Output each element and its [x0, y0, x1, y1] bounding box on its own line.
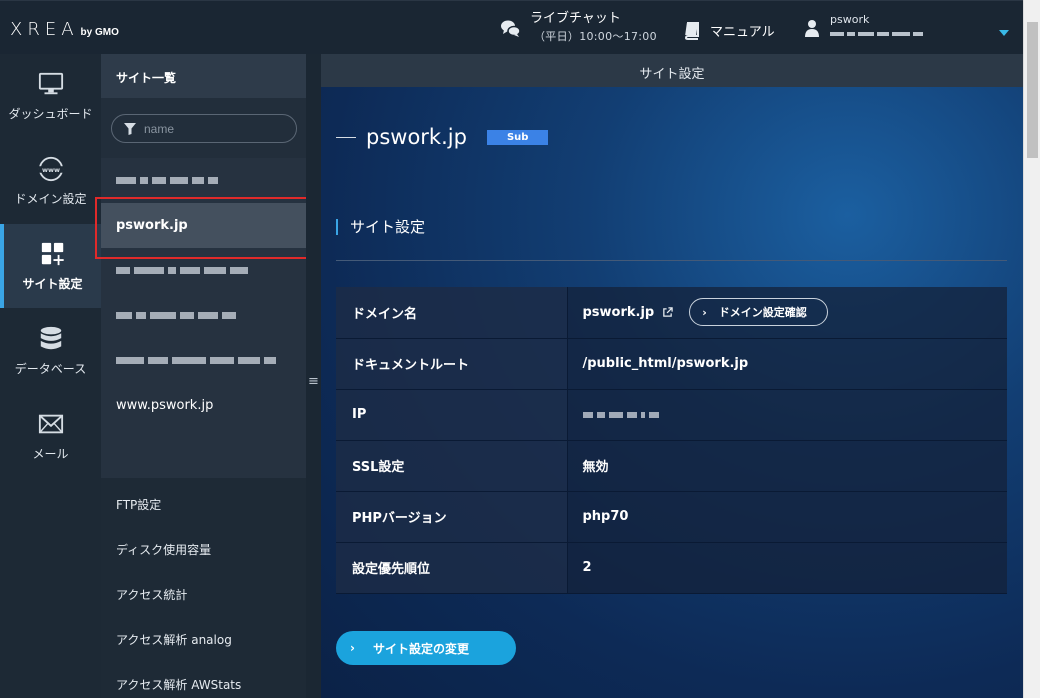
site-menu: FTP設定 ディスク使用容量 アクセス統計 アクセス解析 analog アクセス…: [101, 478, 306, 698]
nav-item-mail[interactable]: メール: [0, 394, 101, 478]
menu-item-disk-usage[interactable]: ディスク使用容量: [116, 541, 211, 558]
scrollbar-thumb[interactable]: [1027, 22, 1038, 158]
ssl-value: 無効: [567, 440, 1007, 492]
sub-badge: Sub: [486, 129, 549, 145]
change-button-label: サイト設定の変更: [372, 641, 469, 656]
domain-confirm-label: ドメイン設定確認: [718, 306, 807, 320]
table-row: SSL設定 無効: [336, 440, 1007, 492]
menu-item-awstats[interactable]: アクセス解析 AWStats: [116, 676, 241, 693]
chat-hours: （平日）10:00〜17:00: [534, 30, 657, 43]
change-site-settings-button[interactable]: › サイト設定の変更: [336, 631, 516, 665]
nav-item-dashboard[interactable]: ダッシュボード: [0, 54, 101, 138]
row-label: SSL設定: [336, 440, 568, 492]
page-scrollbar[interactable]: [1023, 0, 1040, 698]
site-item[interactable]: www.pswork.jp: [101, 383, 306, 428]
menu-item-analog[interactable]: アクセス解析 analog: [116, 631, 232, 648]
nav-item-site-settings[interactable]: サイト設定: [0, 224, 101, 308]
svg-text:www: www: [41, 165, 59, 173]
table-row: PHPバージョン php70: [336, 491, 1007, 543]
logo-sub-text: by GMO: [80, 27, 119, 38]
user-id-redacted: [830, 32, 923, 36]
chevron-right-icon: ›: [702, 305, 707, 319]
site-name-heading: pswork.jp: [366, 125, 467, 149]
panel-collapse-handle[interactable]: ≡: [306, 54, 321, 698]
row-label: ドキュメントルート: [336, 338, 568, 390]
row-label: ドメイン名: [336, 287, 568, 339]
site-filter[interactable]: [111, 114, 297, 143]
site-filter-input[interactable]: [144, 121, 284, 136]
nav-label-site-settings: サイト設定: [22, 276, 83, 291]
site-item[interactable]: [101, 338, 306, 383]
live-chat-link[interactable]: ライブチャット （平日）10:00〜17:00: [500, 10, 657, 46]
user-dropdown-caret-icon[interactable]: [999, 30, 1009, 36]
nav-item-domain[interactable]: www ドメイン設定: [0, 139, 101, 223]
php-version-value: php70: [567, 491, 1007, 543]
xrea-logo[interactable]: XREA by GMO: [10, 19, 119, 40]
nav-label-domain: ドメイン設定: [14, 191, 87, 206]
site-settings-table: ドメイン名 pswork.jp › ドメイン設定確認 ドキュメントルート /pu…: [336, 287, 1007, 594]
monitor-icon: [38, 72, 63, 94]
main-sidebar: ダッシュボード www ドメイン設定 サイト設定 データベース メール: [0, 54, 101, 698]
www-globe-icon: www: [38, 156, 63, 181]
section-divider: [336, 260, 1007, 261]
table-row: ドキュメントルート /public_html/pswork.jp: [336, 338, 1007, 390]
user-menu[interactable]: pswork: [804, 13, 923, 37]
chevron-right-icon: ›: [350, 641, 355, 655]
nav-label-dashboard: ダッシュボード: [8, 106, 93, 121]
row-label: IP: [336, 389, 568, 441]
site-list-title: サイト一覧: [101, 54, 306, 98]
filter-funnel-icon: [124, 122, 136, 135]
title-dash: [336, 136, 356, 138]
hamburger-icon: ≡: [308, 374, 319, 389]
site-item[interactable]: [101, 293, 306, 338]
site-title: pswork.jp Sub: [336, 125, 549, 149]
nav-label-database: データベース: [14, 361, 87, 376]
main-content: サイト設定 pswork.jp Sub サイト設定 ドメイン名 pswork.j…: [321, 54, 1023, 698]
redacted-site-name: [116, 267, 248, 274]
site-item-name: www.pswork.jp: [116, 398, 214, 413]
envelope-icon: [38, 414, 63, 433]
grid-plus-icon: [41, 242, 64, 265]
site-list-panel: サイト一覧 pswork.jp: [101, 54, 306, 698]
manual-label: マニュアル: [710, 25, 775, 40]
redacted-site-name: [116, 357, 276, 364]
nav-item-database[interactable]: データベース: [0, 309, 101, 393]
external-link-icon[interactable]: [662, 307, 673, 318]
table-row: ドメイン名 pswork.jp › ドメイン設定確認: [336, 287, 1007, 339]
logo-text: XREA: [10, 19, 79, 40]
chat-bubbles-icon: [501, 20, 521, 37]
table-row: IP: [336, 389, 1008, 441]
domain-name-value: pswork.jp: [582, 304, 655, 320]
priority-value: 2: [567, 542, 1007, 594]
row-label: PHPバージョン: [336, 491, 568, 543]
user-name: pswork: [830, 13, 870, 26]
redacted-site-name: [116, 312, 236, 319]
redacted-ip-value: [582, 411, 1008, 418]
domain-confirm-button[interactable]: › ドメイン設定確認: [689, 298, 828, 327]
table-row: 設定優先順位 2: [336, 542, 1007, 594]
main-header: サイト設定: [321, 54, 1023, 87]
menu-item-ftp[interactable]: FTP設定: [116, 496, 161, 513]
top-bar: XREA by GMO ライブチャット （平日）10:00〜17:00 マニュア…: [0, 0, 1023, 54]
book-icon: [684, 21, 699, 40]
manual-link[interactable]: マニュアル: [684, 21, 775, 40]
nav-label-mail: メール: [32, 446, 69, 461]
section-title: サイト設定: [336, 219, 425, 235]
row-label: 設定優先順位: [336, 542, 568, 594]
redacted-site-name: [116, 177, 218, 184]
chat-label: ライブチャット: [530, 11, 621, 26]
user-icon: [805, 20, 819, 37]
document-root-value: /public_html/pswork.jp: [567, 338, 1007, 390]
selection-highlight-box: [95, 197, 322, 259]
database-icon: [40, 326, 61, 349]
menu-item-access-stats[interactable]: アクセス統計: [116, 586, 187, 603]
